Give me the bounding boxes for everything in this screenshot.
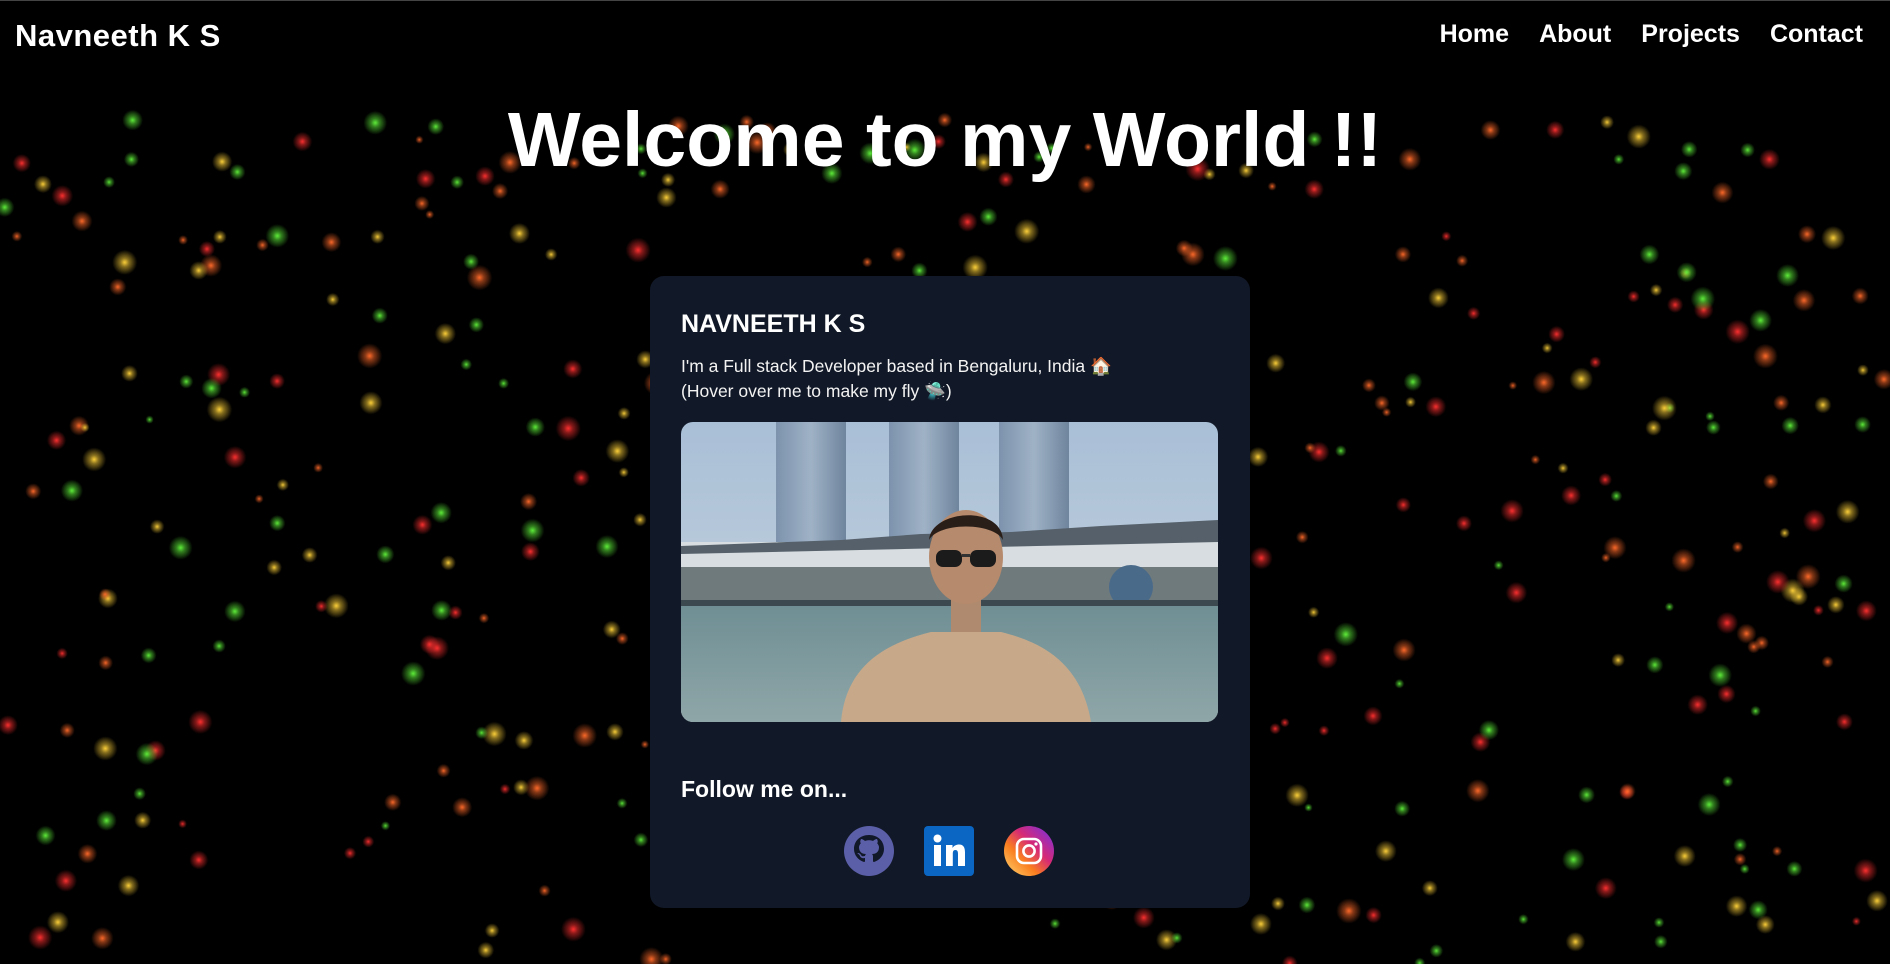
brand-logo-text[interactable]: Navneeth K S — [15, 18, 221, 54]
profile-bio: I'm a Full stack Developer based in Beng… — [681, 354, 1112, 404]
nav-projects-link[interactable]: Projects — [1641, 20, 1740, 49]
follow-heading: Follow me on... — [681, 776, 848, 802]
bio-line: I'm a Full stack Developer based in Beng… — [681, 356, 1112, 376]
nav-about-link[interactable]: About — [1539, 20, 1611, 49]
profile-name: NAVNEETH K S — [681, 310, 866, 338]
hero-title: Welcome to my World !! — [507, 97, 1383, 183]
profile-photo[interactable] — [681, 422, 1218, 722]
profile-photo-image — [681, 422, 1218, 722]
profile-card: NAVNEETH K S I'm a Full stack Developer … — [650, 276, 1250, 908]
nav-contact-link[interactable]: Contact — [1770, 20, 1863, 49]
navbar: Navneeth K S Home About Projects Contact — [0, 0, 1890, 74]
bio-hint-line: (Hover over me to make my fly 🛸) — [681, 381, 952, 401]
nav-home-link[interactable]: Home — [1440, 20, 1509, 49]
linkedin-icon[interactable] — [924, 826, 974, 876]
social-links — [844, 826, 1054, 876]
main-nav: Home About Projects Contact — [1440, 20, 1863, 49]
github-icon[interactable] — [844, 826, 894, 876]
instagram-icon[interactable] — [1004, 826, 1054, 876]
